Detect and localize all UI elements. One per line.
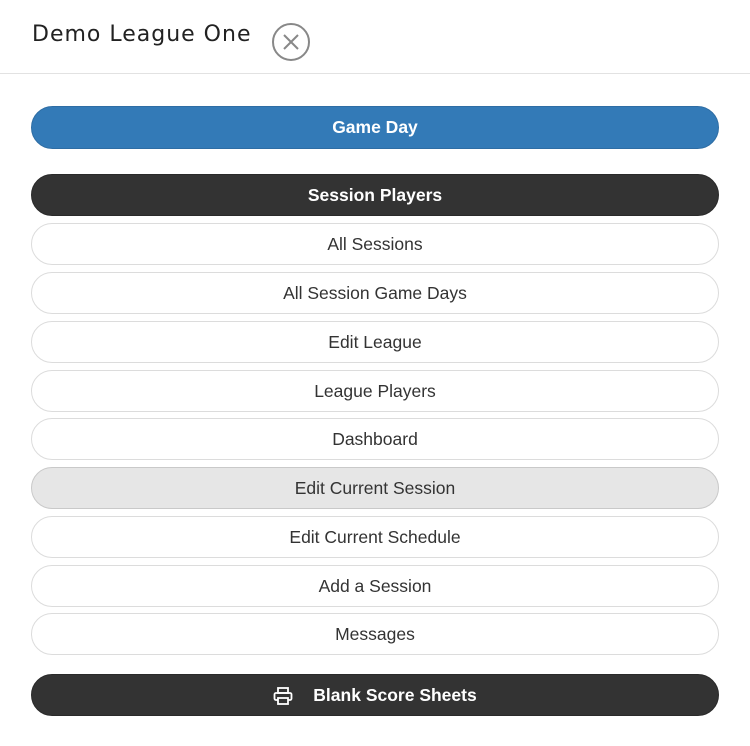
printer-icon <box>273 687 293 705</box>
edit-current-session-button[interactable]: Edit Current Session <box>31 467 719 509</box>
messages-button[interactable]: Messages <box>31 613 719 655</box>
close-button[interactable] <box>272 23 310 61</box>
close-icon <box>283 34 299 50</box>
all-session-game-days-button[interactable]: All Session Game Days <box>31 272 719 314</box>
league-players-button[interactable]: League Players <box>31 370 719 412</box>
edit-league-button[interactable]: Edit League <box>31 321 719 363</box>
blank-score-sheets-button[interactable]: Blank Score Sheets <box>31 674 719 716</box>
modal-header: Demo League One <box>0 0 750 74</box>
edit-current-schedule-button[interactable]: Edit Current Schedule <box>31 516 719 558</box>
page-title: Demo League One <box>32 22 252 47</box>
dashboard-button[interactable]: Dashboard <box>31 418 719 460</box>
session-players-button[interactable]: Session Players <box>31 174 719 216</box>
blank-score-sheets-label: Blank Score Sheets <box>313 684 477 705</box>
game-day-button[interactable]: Game Day <box>31 106 719 149</box>
all-sessions-button[interactable]: All Sessions <box>31 223 719 265</box>
add-a-session-button[interactable]: Add a Session <box>31 565 719 607</box>
